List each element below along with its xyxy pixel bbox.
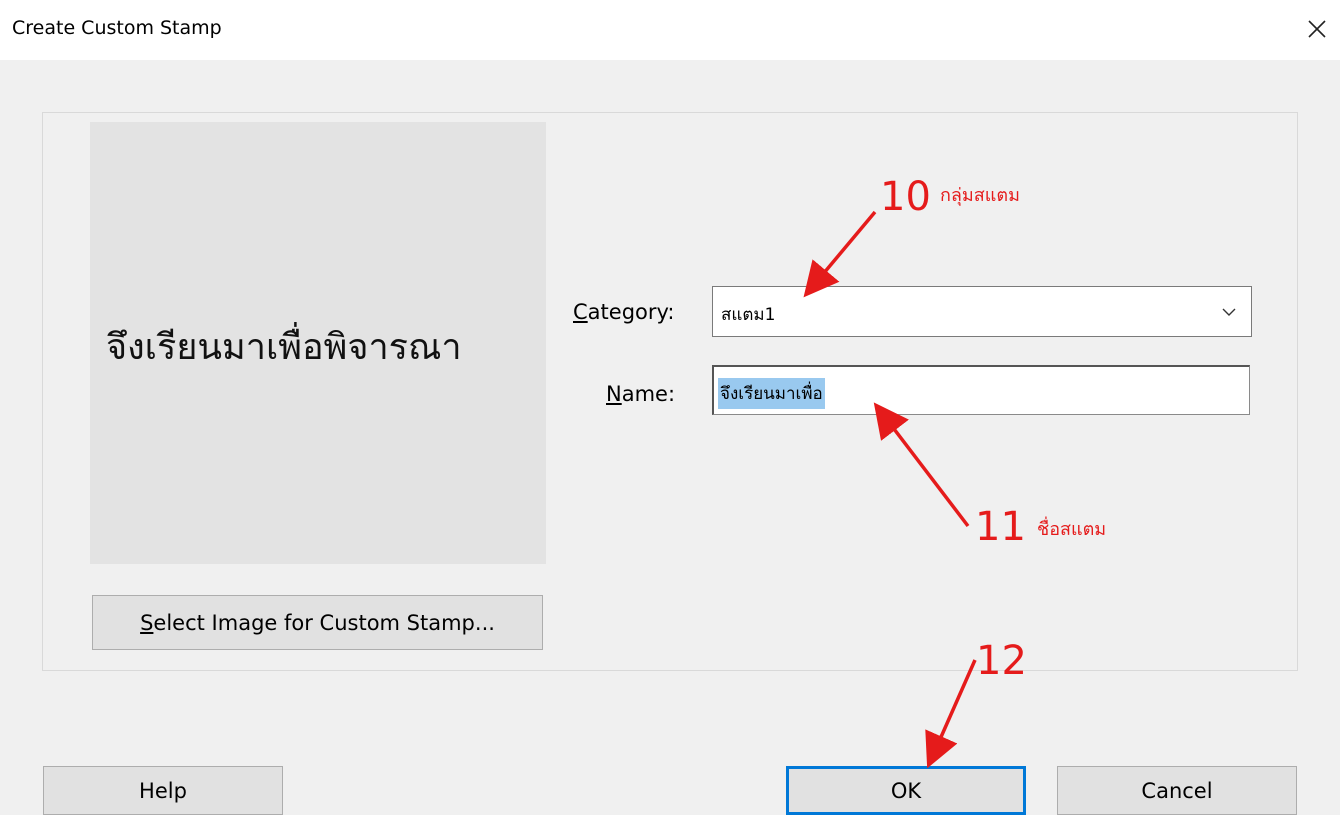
- cancel-label: Cancel: [1141, 778, 1213, 803]
- annotation-11-number: 11: [975, 504, 1026, 550]
- category-label: Category:: [573, 300, 675, 324]
- annotation-10-number: 10: [880, 174, 931, 220]
- ok-label: OK: [890, 778, 922, 803]
- chevron-down-icon[interactable]: [1221, 304, 1237, 320]
- category-combobox[interactable]: สแตม1: [712, 286, 1252, 337]
- category-value: สแตม1: [721, 305, 776, 325]
- cancel-button[interactable]: Cancel: [1057, 766, 1297, 815]
- close-icon[interactable]: [1302, 14, 1332, 44]
- select-image-button[interactable]: Select Image for Custom Stamp...: [92, 595, 543, 650]
- name-value: จึงเรียนมาเพื่อ: [718, 378, 825, 409]
- annotation-11-text: ชื่อสแตม: [1037, 519, 1107, 540]
- select-image-label: Select Image for Custom Stamp...: [140, 610, 495, 635]
- help-label: Help: [139, 778, 187, 803]
- stamp-preview: จึงเรียนมาเพื่อพิจารณา: [90, 122, 546, 564]
- ok-button[interactable]: OK: [786, 766, 1026, 815]
- dialog-title: Create Custom Stamp: [12, 17, 222, 39]
- annotation-12-number: 12: [976, 638, 1027, 684]
- annotation-10-text: กลุ่มสแตม: [940, 185, 1020, 206]
- name-label: Name:: [606, 382, 676, 406]
- title-bar: Create Custom Stamp: [0, 0, 1340, 60]
- help-button[interactable]: Help: [43, 766, 283, 815]
- name-input[interactable]: จึงเรียนมาเพื่อ: [712, 365, 1250, 415]
- stamp-preview-text: จึงเรียนมาเพื่อพิจารณา: [106, 327, 462, 368]
